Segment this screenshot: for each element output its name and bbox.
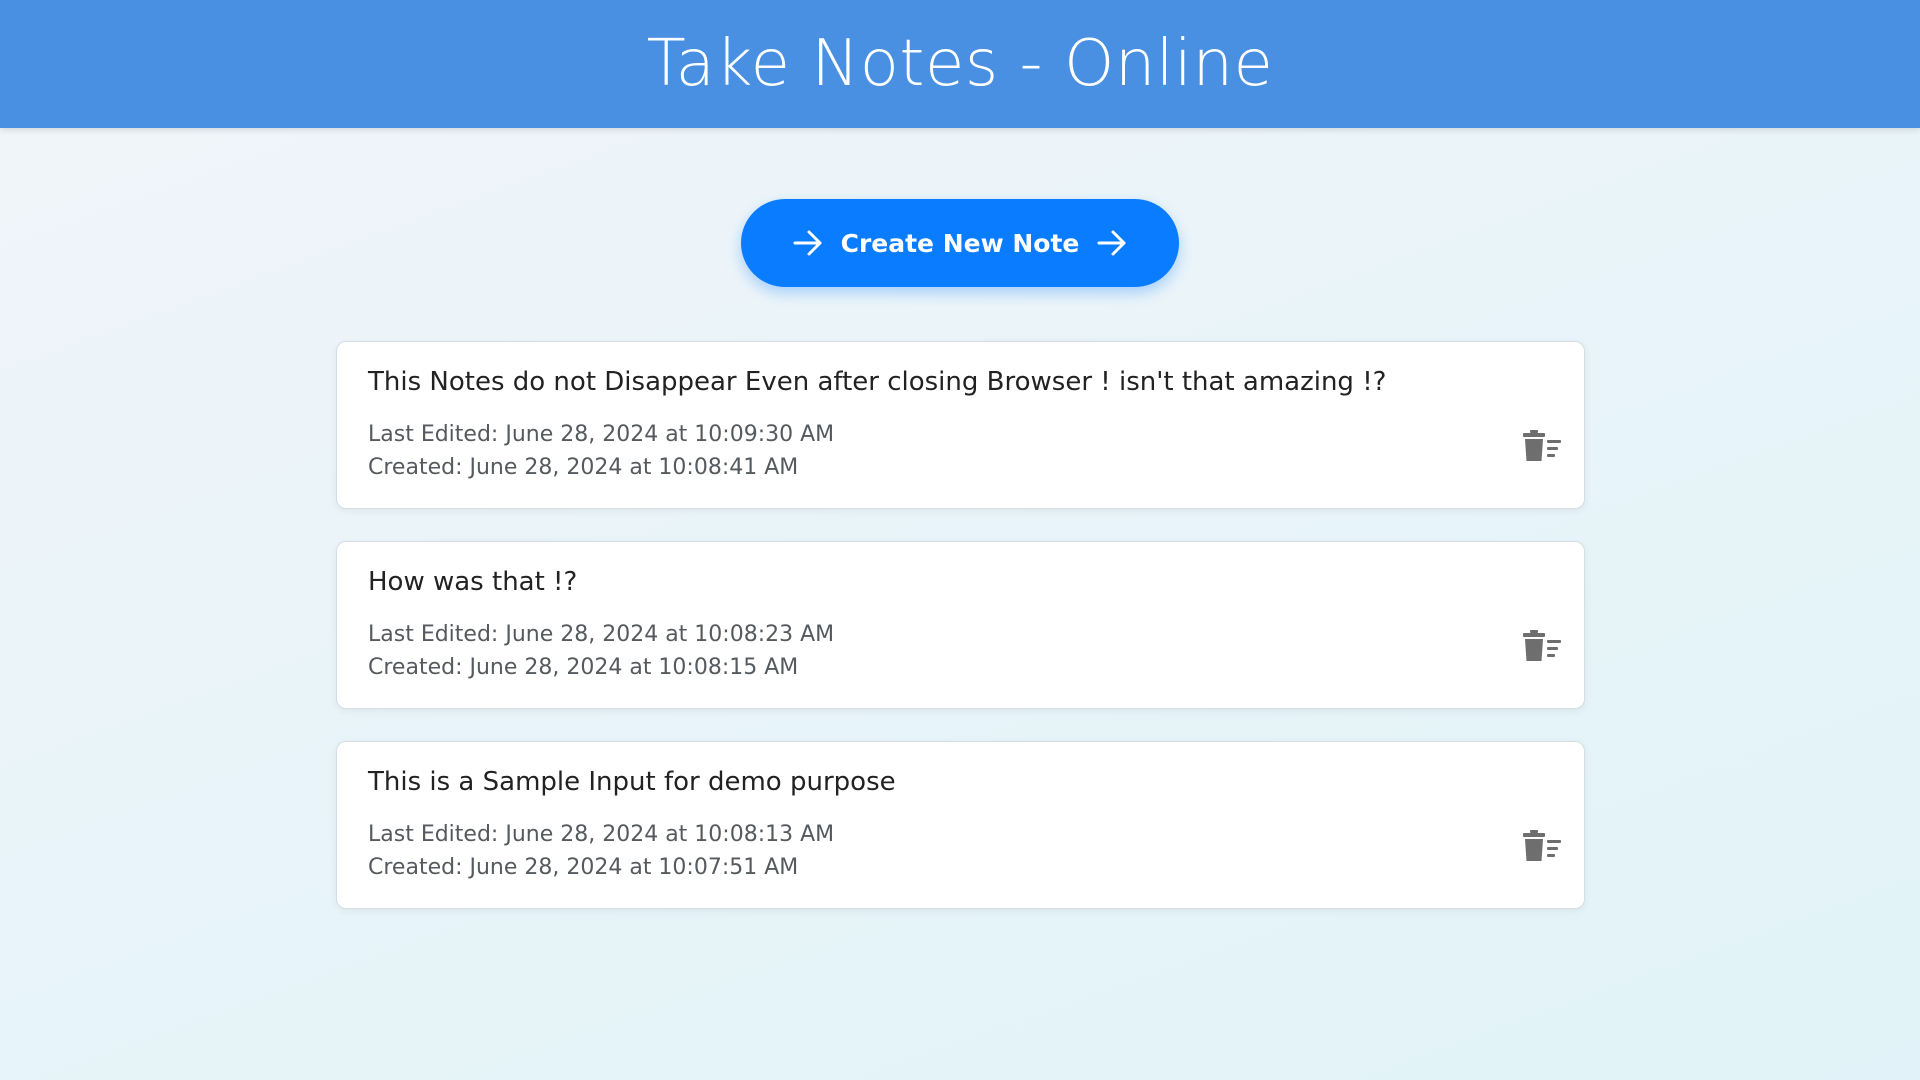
note-created: Created: June 28, 2024 at 10:07:51 AM [368,854,799,880]
trash-icon [1523,830,1561,861]
create-new-note-label: Create New Note [840,228,1080,258]
delete-note-button[interactable] [1522,628,1562,664]
note-meta: Last Edited: June 28, 2024 at 10:09:30 A… [368,418,1553,484]
note-created: Created: June 28, 2024 at 10:08:15 AM [368,654,799,680]
app-header: Take Notes - Online [0,0,1920,128]
note-card[interactable]: This Notes do not Disappear Even after c… [336,341,1585,509]
note-last-edited: Last Edited: June 28, 2024 at 10:08:13 A… [368,821,835,847]
note-meta: Last Edited: June 28, 2024 at 10:08:23 A… [368,618,1553,684]
note-meta: Last Edited: June 28, 2024 at 10:08:13 A… [368,818,1553,884]
note-text: This is a Sample Input for demo purpose [368,767,896,797]
note-text: How was that !? [368,567,578,597]
delete-note-button[interactable] [1522,428,1562,464]
note-created: Created: June 28, 2024 at 10:08:41 AM [368,454,799,480]
arrow-right-icon [1097,230,1126,256]
page-title: Take Notes - Online [646,27,1274,101]
note-card[interactable]: How was that !? Last Edited: June 28, 20… [336,541,1585,709]
arrow-right-icon [793,230,822,256]
note-text: This Notes do not Disappear Even after c… [368,367,1387,397]
note-last-edited: Last Edited: June 28, 2024 at 10:08:23 A… [368,621,835,647]
trash-icon [1523,430,1561,461]
notes-list: This Notes do not Disappear Even after c… [336,341,1585,941]
trash-icon [1523,630,1561,661]
note-card[interactable]: This is a Sample Input for demo purpose … [336,741,1585,909]
delete-note-button[interactable] [1522,828,1562,864]
create-new-note-button[interactable]: Create New Note [741,199,1179,287]
note-last-edited: Last Edited: June 28, 2024 at 10:09:30 A… [368,421,835,447]
